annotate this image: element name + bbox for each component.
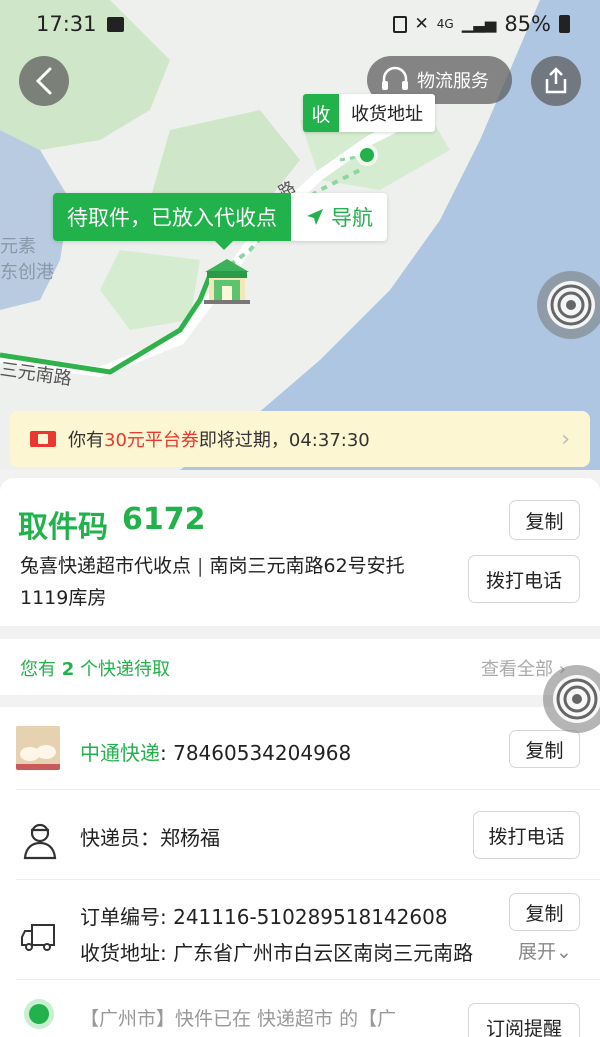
order-number: 241116-510289518142608: [173, 905, 448, 929]
staff-label: 快递员：: [80, 826, 160, 850]
status-time-group: 17:31: [36, 12, 124, 36]
station-separator: |: [191, 555, 210, 577]
chevron-left-icon: [35, 67, 52, 95]
courier-staff: 快递员：郑杨福: [80, 822, 220, 851]
map-view[interactable]: 元素 东创港 三元南路 路 17:31 ✕ 4G ▁▃▅ 85% 物流服务 收 …: [0, 0, 600, 470]
copy-order-button[interactable]: 复制: [509, 893, 580, 931]
locate-button[interactable]: [537, 271, 600, 339]
coupon-amount: 30元平台券: [104, 430, 199, 451]
courier-tracking-line: 中通快递: 78460534204968: [80, 737, 351, 766]
subscribe-reminder-button[interactable]: 订阅提醒: [468, 1003, 580, 1037]
logistics-service-label: 物流服务: [417, 71, 489, 92]
coupon-banner[interactable]: 你有 30元平台券 即将过期，04:37:30 ›: [10, 411, 590, 467]
pickup-point-marker[interactable]: 待取件，已放入代收点 导航: [53, 193, 387, 250]
navigate-label: 导航: [331, 206, 373, 230]
pickup-code-card: 取件码 6172 复制 兔喜快递超市代收点 | 南岗三元南路62号安托1119库…: [0, 478, 600, 626]
coupon-prefix: 你有: [68, 430, 104, 451]
coupon-suffix: 即将过期，04:37:30: [198, 430, 370, 451]
divider: [16, 789, 600, 790]
call-station-button[interactable]: 拨打电话: [468, 555, 580, 603]
tracking-separator: :: [160, 741, 174, 765]
store-icon: [204, 259, 250, 304]
mute-icon: ✕: [414, 14, 429, 34]
receive-address-label: 收货地址: [339, 94, 435, 132]
address-label: 收货地址:: [80, 941, 174, 965]
call-courier-button[interactable]: 拨打电话: [473, 811, 580, 859]
order-label: 订单编号:: [80, 905, 174, 929]
status-time: 17:31: [36, 12, 97, 36]
copy-code-button[interactable]: 复制: [509, 500, 580, 540]
pickup-code-label: 取件码: [18, 510, 108, 545]
pickup-code: 取件码 6172: [18, 502, 206, 546]
address-value: 广东省广州市白云区南岗三元南路: [173, 941, 474, 965]
pending-packages-bar[interactable]: 您有 2 个快递待取 查看全部 ›: [0, 639, 600, 695]
pending-count: 2: [61, 659, 75, 680]
navigation-arrow-icon: [307, 209, 323, 225]
map-place-label: 元素: [0, 236, 36, 257]
latest-tracking-event: 【广州市】快件已在 快递超市 的【广: [80, 1008, 397, 1030]
battery-icon: [559, 15, 570, 33]
share-icon: [545, 67, 567, 94]
divider: [16, 879, 600, 880]
package-detail-card: 中通快递: 78460534204968 复制 快递员：郑杨福 拨打电话 订单编…: [0, 707, 600, 1037]
pending-count-text: 您有 2 个快递待取: [20, 655, 170, 681]
tracking-number: 78460534204968: [173, 741, 352, 765]
receive-address-marker[interactable]: 收 收货地址: [303, 94, 435, 132]
headset-icon: [382, 66, 408, 90]
expand-label: 展开: [518, 941, 557, 963]
gallery-icon: [106, 16, 124, 32]
pending-suffix: 个快递待取: [74, 659, 170, 680]
network-type: 4G: [436, 17, 454, 31]
view-all-label: 查看全部: [481, 659, 553, 680]
courier-person-icon: [23, 823, 57, 860]
pickup-status-label: 待取件，已放入代收点: [53, 193, 291, 250]
courier-name: 中通快递: [80, 741, 160, 765]
navigate-button[interactable]: 导航: [291, 193, 387, 241]
share-button[interactable]: [531, 56, 581, 106]
slipper-image: [16, 726, 60, 770]
status-bar: 17:31 ✕ 4G ▁▃▅ 85%: [0, 0, 600, 48]
copy-tracking-button[interactable]: 复制: [509, 730, 580, 768]
notification-icon: [392, 15, 407, 33]
station-name: 兔喜快递超市代收点: [20, 555, 192, 577]
tracking-status-dot: [29, 1004, 49, 1024]
product-thumbnail: [16, 726, 60, 770]
shipping-address-line: 收货地址: 广东省广州市白云区南岗三元南路: [80, 937, 510, 966]
map-place-label: 东创港: [0, 262, 54, 283]
target-icon: [547, 281, 595, 329]
battery-level: 85%: [504, 12, 551, 36]
ticket-icon: [30, 431, 56, 447]
chevron-right-icon: ›: [561, 426, 570, 452]
pickup-code-value: 6172: [122, 502, 206, 537]
receive-badge: 收: [303, 94, 339, 132]
back-button[interactable]: [19, 56, 69, 106]
staff-name: 郑杨福: [160, 826, 220, 850]
divider: [16, 979, 600, 980]
floating-target-button[interactable]: [543, 665, 600, 733]
status-right-group: ✕ 4G ▁▃▅ 85%: [392, 12, 570, 36]
chevron-down-icon: ⌄: [556, 941, 572, 963]
pickup-station-address: 兔喜快递超市代收点 | 南岗三元南路62号安托1119库房: [20, 550, 450, 614]
signal-icon: ▁▃▅: [461, 15, 497, 33]
pending-prefix: 您有: [20, 659, 62, 680]
expand-address-button[interactable]: 展开⌄: [518, 937, 572, 964]
order-number-line: 订单编号: 241116-510289518142608: [80, 901, 448, 930]
truck-icon: [21, 924, 55, 951]
target-icon: [553, 675, 600, 723]
